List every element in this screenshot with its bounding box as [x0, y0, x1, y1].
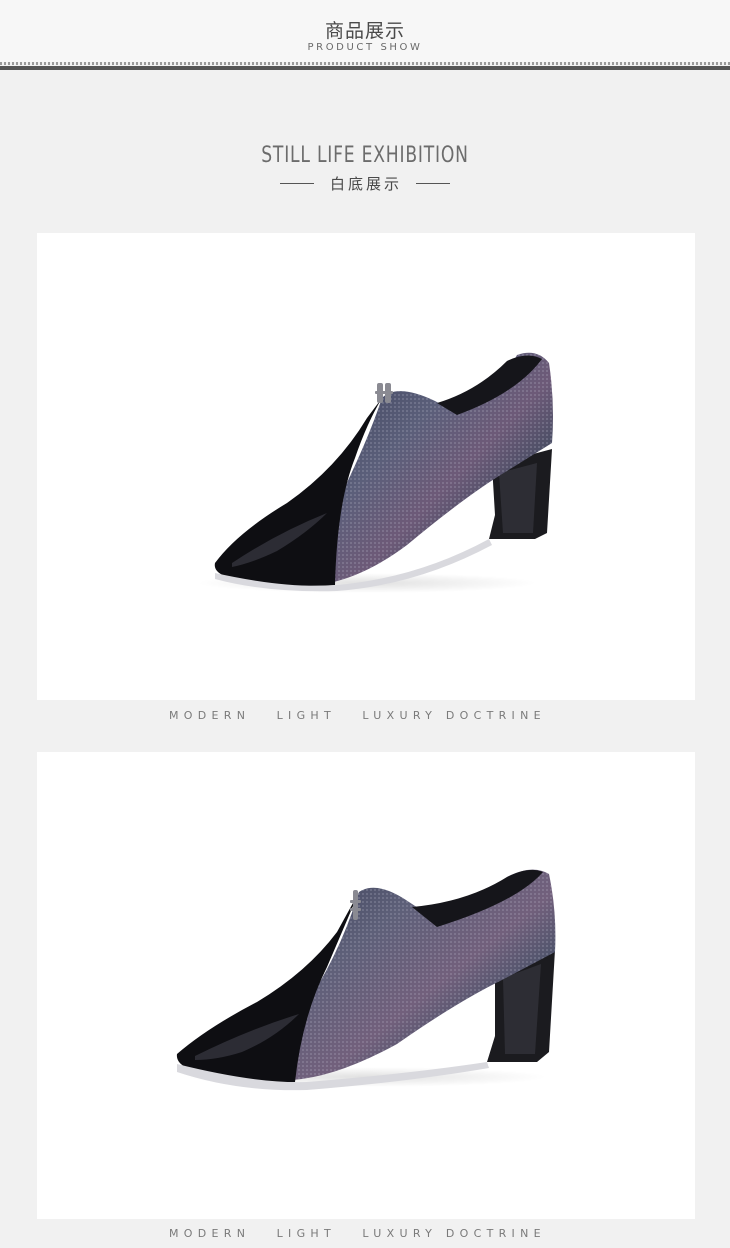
section-title: STILL LIFE EXHIBITION	[261, 143, 469, 168]
header-subtitle: PRODUCT SHOW	[307, 42, 423, 53]
header-bar: 商品展示 PRODUCT SHOW	[0, 0, 730, 62]
header-title: 商品展示	[324, 20, 405, 42]
header-divider	[0, 66, 730, 70]
shoe-image	[176, 869, 556, 1091]
left-dash-divider	[279, 182, 314, 184]
product-image-card[interactable]	[37, 233, 695, 700]
product-image-card[interactable]	[37, 752, 695, 1219]
product-caption: MODERN LIGHT LUXURY DOCTRINE	[169, 709, 546, 722]
header-dotted-divider	[0, 62, 730, 65]
section-subtitle-row: 白底展示	[0, 172, 730, 194]
product-caption: MODERN LIGHT LUXURY DOCTRINE	[169, 1227, 546, 1240]
right-dash-divider	[416, 182, 450, 184]
section-subtitle: 白底展示	[329, 174, 402, 193]
shoe-image	[197, 352, 553, 593]
